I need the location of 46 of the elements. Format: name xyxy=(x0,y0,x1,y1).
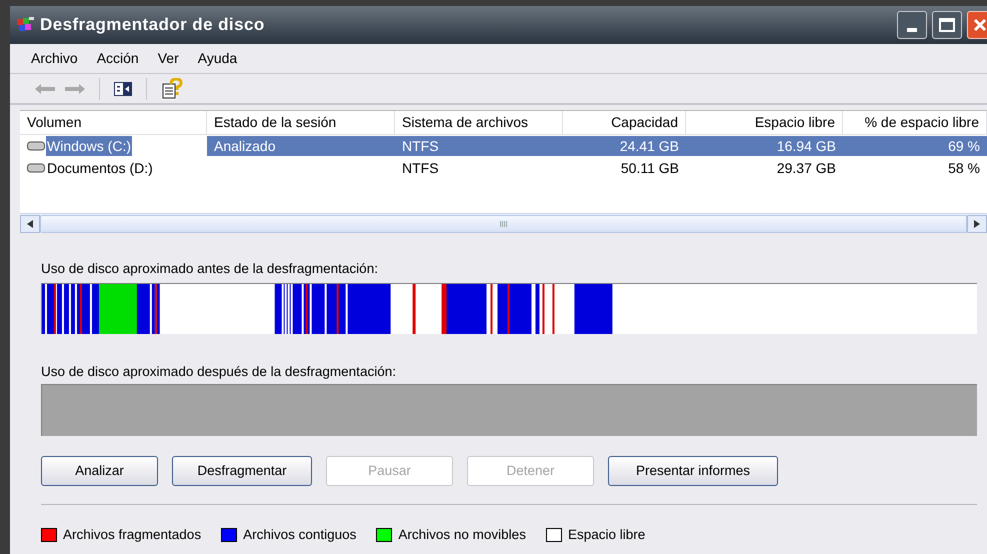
table-cell-text: 29.37 GB xyxy=(776,158,837,178)
right-arrow-icon xyxy=(974,220,980,228)
menu-item[interactable]: Ayuda xyxy=(198,48,238,69)
column-header[interactable]: Capacidad xyxy=(563,111,686,134)
menu-item[interactable]: Archivo xyxy=(31,48,78,69)
menu-item[interactable]: Ver xyxy=(158,48,179,69)
column-header[interactable]: Sistema de archivos xyxy=(395,111,563,134)
column-header[interactable]: Estado de la sesión xyxy=(207,111,395,134)
column-header[interactable]: Volumen xyxy=(20,111,207,134)
table-cell: 24.41 GB xyxy=(563,136,686,156)
table-cell: Analizado xyxy=(207,136,395,156)
drive-icon xyxy=(27,163,45,173)
column-header[interactable]: Espacio libre xyxy=(686,111,843,134)
volume-name[interactable]: Windows (C:) xyxy=(46,136,132,156)
scroll-right-button[interactable] xyxy=(967,214,987,232)
help-icon[interactable] xyxy=(161,78,183,100)
table-cell: NTFS xyxy=(395,136,563,156)
before-map-label: Uso de disco aproximado antes de la desfragmentación: xyxy=(41,260,379,278)
minimize-icon xyxy=(907,28,917,32)
panel-toggle-icon[interactable] xyxy=(114,82,132,96)
left-arrow-icon xyxy=(27,220,33,228)
column-header[interactable]: % de espacio libre xyxy=(843,111,987,134)
table-cell: 16.94 GB xyxy=(686,136,843,156)
scroll-left-button[interactable] xyxy=(20,214,40,232)
close-icon xyxy=(973,18,987,32)
volume-name[interactable]: Documentos (D:) xyxy=(46,158,154,178)
maximize-icon xyxy=(939,18,955,32)
table-cell-text: 50.11 GB xyxy=(620,158,680,178)
maximize-button[interactable] xyxy=(932,11,962,39)
after-map-label: Uso de disco aproximado después de la desfragmentación: xyxy=(41,363,397,381)
minimize-button[interactable] xyxy=(897,11,927,39)
table-cell-text: NTFS xyxy=(401,158,440,178)
action-button[interactable]: Presentar informes xyxy=(608,456,778,486)
legend-label: Archivos contiguos xyxy=(243,526,356,544)
menu-item[interactable]: Acción xyxy=(96,48,139,69)
close-button[interactable] xyxy=(967,11,987,39)
legend-label: Archivos fragmentados xyxy=(63,526,202,544)
table-cell-text: 58 % xyxy=(947,158,981,178)
action-button[interactable]: Analizar xyxy=(41,456,158,486)
legend-label: Espacio libre xyxy=(568,526,646,544)
table-cell: 69 % xyxy=(843,136,987,156)
action-button[interactable]: Desfragmentar xyxy=(172,456,312,486)
window-title: Desfragmentador de disco xyxy=(40,14,265,36)
drive-icon xyxy=(27,141,45,151)
legend-label: Archivos no movibles xyxy=(398,526,526,544)
grip-icon xyxy=(500,220,508,226)
